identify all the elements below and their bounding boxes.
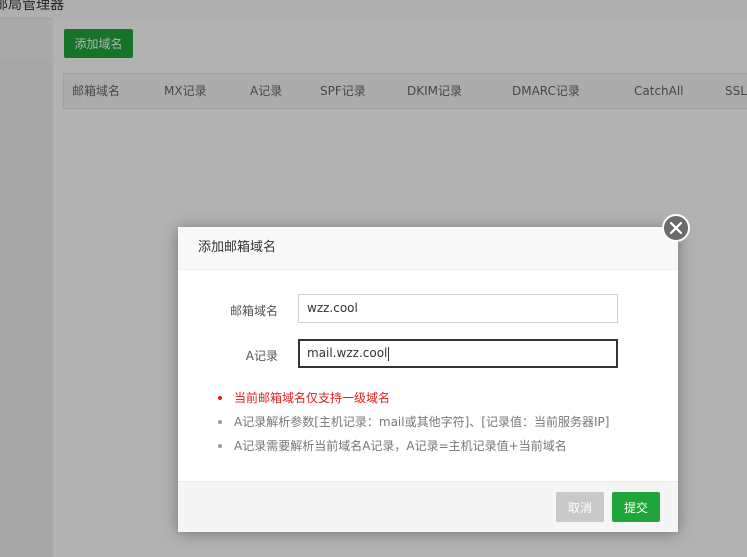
domain-field-label: 邮箱域名 (229, 304, 278, 318)
tip-item: A记录解析参数[主机记录：mail或其他字符]、[记录值：当前服务器IP] (218, 413, 609, 430)
tip-text: A记录解析参数[主机记录：mail或其他字符]、[记录值：当前服务器IP] (234, 415, 610, 429)
bullet-icon (218, 419, 222, 424)
close-button[interactable] (662, 214, 690, 242)
tip-item: 当前邮箱域名仅支持一级域名 (218, 389, 390, 406)
text-cursor (388, 346, 390, 361)
bullet-icon (218, 443, 222, 448)
bullet-icon (218, 395, 222, 400)
a-record-input[interactable]: mail.wzz.cool (298, 339, 618, 368)
tip-text: 当前邮箱域名仅支持一级域名 (234, 391, 391, 405)
dialog-title: 添加邮箱域名 (198, 240, 277, 255)
submit-button[interactable]: 提交 (612, 492, 660, 522)
dialog-header: 添加邮箱域名 (178, 227, 678, 270)
domain-input-value: wzz.cool (307, 301, 358, 315)
cancel-button[interactable]: 取消 (556, 492, 604, 522)
close-icon (669, 221, 683, 235)
a-record-input-value: mail.wzz.cool (307, 346, 388, 360)
tip-item: A记录需要解析当前域名A记录，A记录=主机记录值+当前域名 (218, 437, 567, 454)
domain-input[interactable]: wzz.cool (298, 294, 618, 323)
dialog-footer: 取消 提交 (178, 481, 678, 532)
tip-text: A记录需要解析当前域名A记录，A记录=主机记录值+当前域名 (234, 439, 567, 453)
a-record-field-label: A记录 (245, 349, 278, 363)
